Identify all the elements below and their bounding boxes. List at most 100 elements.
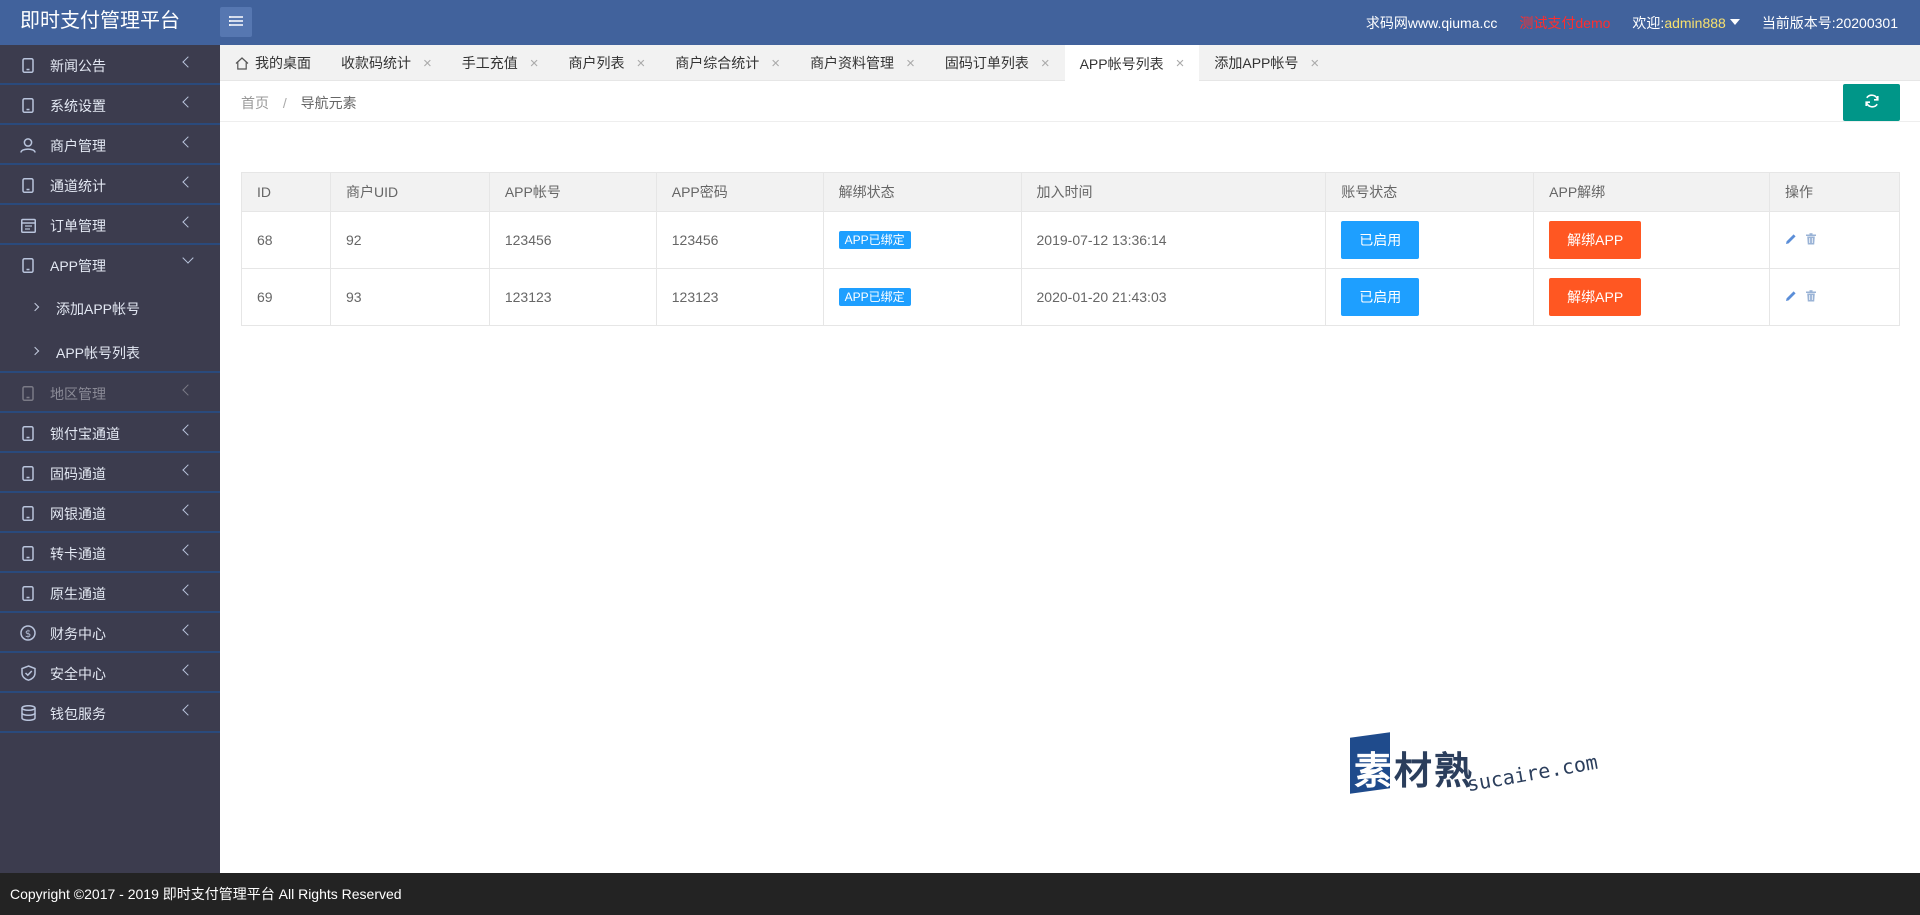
close-icon[interactable]: × <box>1176 56 1185 71</box>
edit-icon[interactable] <box>1785 233 1797 245</box>
refresh-button[interactable] <box>1843 84 1900 121</box>
sidebar-item-label: 转卡通道 <box>50 546 106 562</box>
column-header: APP密码 <box>655 172 824 212</box>
refresh-icon <box>1864 93 1880 112</box>
tab-label: 商户综合统计 <box>675 55 760 71</box>
tab-label: 商户列表 <box>568 55 625 71</box>
cell-password: 123456 <box>655 211 824 269</box>
tab-label: 固码订单列表 <box>944 55 1029 71</box>
bind-status-badge: APP已绑定 <box>838 288 911 306</box>
app-title: 即时支付管理平台 <box>20 10 180 32</box>
sidebar-item-native-channel[interactable]: 原生通道 <box>0 573 220 613</box>
sidebar-subitem-add-app-account[interactable]: 添加APP帐号 <box>0 285 220 329</box>
cell-account-status: 已启用 <box>1325 268 1535 326</box>
breadcrumb-home-link[interactable]: 首页 <box>241 95 269 111</box>
column-header: ID <box>241 172 331 212</box>
cell-bind-status: APP已绑定 <box>822 268 1022 326</box>
cell-account-status: 已启用 <box>1325 211 1535 269</box>
tab-qr-stats[interactable]: 收款码统计 × <box>326 45 447 81</box>
tab-my-desktop[interactable]: 我的桌面 <box>220 45 326 81</box>
edit-icon[interactable] <box>1785 290 1797 302</box>
sidebar-item-lock-pay-channel[interactable]: 锁付宝通道 <box>0 413 220 453</box>
sidebar-item-app-management[interactable]: APP管理 <box>0 245 220 285</box>
breadcrumb-bar: 首页 / 导航元素 <box>220 82 1920 122</box>
sidebar: 新闻公告 系统设置 商户管理 通道统计 订单管理 APP管理 添加APP帐号 A… <box>0 45 220 873</box>
menu-toggle-button[interactable] <box>220 7 252 37</box>
sidebar-item-card-transfer-channel[interactable]: 转卡通道 <box>0 533 220 573</box>
breadcrumb: 首页 / 导航元素 <box>241 93 357 113</box>
tab-label: 收款码统计 <box>341 55 411 71</box>
top-header: 即时支付管理平台 求码网www.qiuma.cc 测试支付demo 欢迎:adm… <box>0 0 1920 45</box>
close-icon[interactable]: × <box>771 56 780 71</box>
sidebar-item-news[interactable]: 新闻公告 <box>0 45 220 85</box>
sidebar-item-label: 订单管理 <box>50 218 106 234</box>
chevron-right-icon <box>30 302 40 312</box>
phone-icon <box>20 385 36 401</box>
chevron-left-icon <box>182 584 194 596</box>
account-enabled-button[interactable]: 已启用 <box>1341 221 1420 259</box>
tab-fixed-code-orders[interactable]: 固码订单列表 × <box>930 45 1065 81</box>
unbind-app-button[interactable]: 解绑APP <box>1549 221 1642 259</box>
sidebar-item-orders[interactable]: 订单管理 <box>0 205 220 245</box>
cell-uid: 93 <box>329 268 490 326</box>
sidebar-item-fixed-code-channel[interactable]: 固码通道 <box>0 453 220 493</box>
tab-manual-recharge[interactable]: 手工充值 × <box>447 45 554 81</box>
sidebar-item-label: 原生通道 <box>50 586 106 602</box>
sidebar-item-regions[interactable]: 地区管理 <box>0 373 220 413</box>
sidebar-item-system-settings[interactable]: 系统设置 <box>0 85 220 125</box>
column-header: 解绑状态 <box>822 172 1022 212</box>
close-icon[interactable]: × <box>530 56 539 71</box>
tab-label: APP帐号列表 <box>1079 55 1164 72</box>
column-header: APP解绑 <box>1533 172 1771 212</box>
chevron-left-icon <box>182 664 194 676</box>
close-icon[interactable]: × <box>1041 56 1050 71</box>
sidebar-item-security-center[interactable]: 安全中心 <box>0 653 220 693</box>
tab-app-account-list[interactable]: APP帐号列表 × <box>1064 45 1200 82</box>
site-link[interactable]: 求码网www.qiuma.cc <box>1366 13 1497 33</box>
sidebar-item-merchants[interactable]: 商户管理 <box>0 125 220 165</box>
tab-add-app-account[interactable]: 添加APP帐号 × <box>1199 45 1334 81</box>
column-header: 加入时间 <box>1020 172 1327 212</box>
table-row: 69 93 123123 123123 APP已绑定 2020-01-20 21… <box>241 268 1900 326</box>
tab-label: 我的桌面 <box>255 55 311 71</box>
sidebar-item-label: 通道统计 <box>50 178 106 194</box>
sidebar-item-channel-stats[interactable]: 通道统计 <box>0 165 220 205</box>
delete-icon[interactable] <box>1805 290 1817 302</box>
chevron-left-icon <box>182 56 194 68</box>
user-menu[interactable]: 欢迎:admin888 <box>1632 13 1740 33</box>
sidebar-item-finance-center[interactable]: $ 财务中心 <box>0 613 220 653</box>
watermark-first-char: 素 <box>1354 751 1395 793</box>
phone-icon <box>20 465 36 481</box>
chevron-right-icon <box>30 346 40 356</box>
test-pay-link[interactable]: 测试支付demo <box>1519 13 1610 33</box>
version-label: 当前版本号: <box>1761 14 1836 31</box>
close-icon[interactable]: × <box>637 56 646 71</box>
chevron-left-icon <box>182 424 194 436</box>
username: admin888 <box>1664 14 1726 31</box>
unbind-app-button[interactable]: 解绑APP <box>1549 278 1642 316</box>
cell-bind-status: APP已绑定 <box>822 211 1022 269</box>
phone-icon <box>20 545 36 561</box>
column-header: 账号状态 <box>1325 172 1535 212</box>
tab-merchant-overall-stats[interactable]: 商户综合统计 × <box>660 45 795 81</box>
close-icon[interactable]: × <box>906 56 915 71</box>
sidebar-item-label: 地区管理 <box>50 386 106 402</box>
account-enabled-button[interactable]: 已启用 <box>1341 278 1420 316</box>
close-icon[interactable]: × <box>423 56 432 71</box>
sidebar-subitem-app-account-list[interactable]: APP帐号列表 <box>0 329 220 373</box>
delete-icon[interactable] <box>1805 233 1817 245</box>
sidebar-item-wallet-service[interactable]: 钱包服务 <box>0 693 220 733</box>
tab-merchant-list[interactable]: 商户列表 × <box>554 45 661 81</box>
table-row: 68 92 123456 123456 APP已绑定 2019-07-12 13… <box>241 211 1900 269</box>
chevron-left-icon <box>182 704 194 716</box>
sidebar-item-label: 固码通道 <box>50 466 106 482</box>
tab-merchant-profile[interactable]: 商户资料管理 × <box>795 45 930 81</box>
watermark-rest-chars: 材熟 <box>1394 751 1475 793</box>
chevron-left-icon <box>182 216 194 228</box>
version-info: 当前版本号:20200301 <box>1762 13 1898 33</box>
close-icon[interactable]: × <box>1310 56 1319 71</box>
sidebar-item-online-bank-channel[interactable]: 网银通道 <box>0 493 220 533</box>
version-number: 20200301 <box>1835 14 1898 31</box>
cell-account: 123123 <box>488 268 657 326</box>
cell-id: 69 <box>241 268 331 326</box>
